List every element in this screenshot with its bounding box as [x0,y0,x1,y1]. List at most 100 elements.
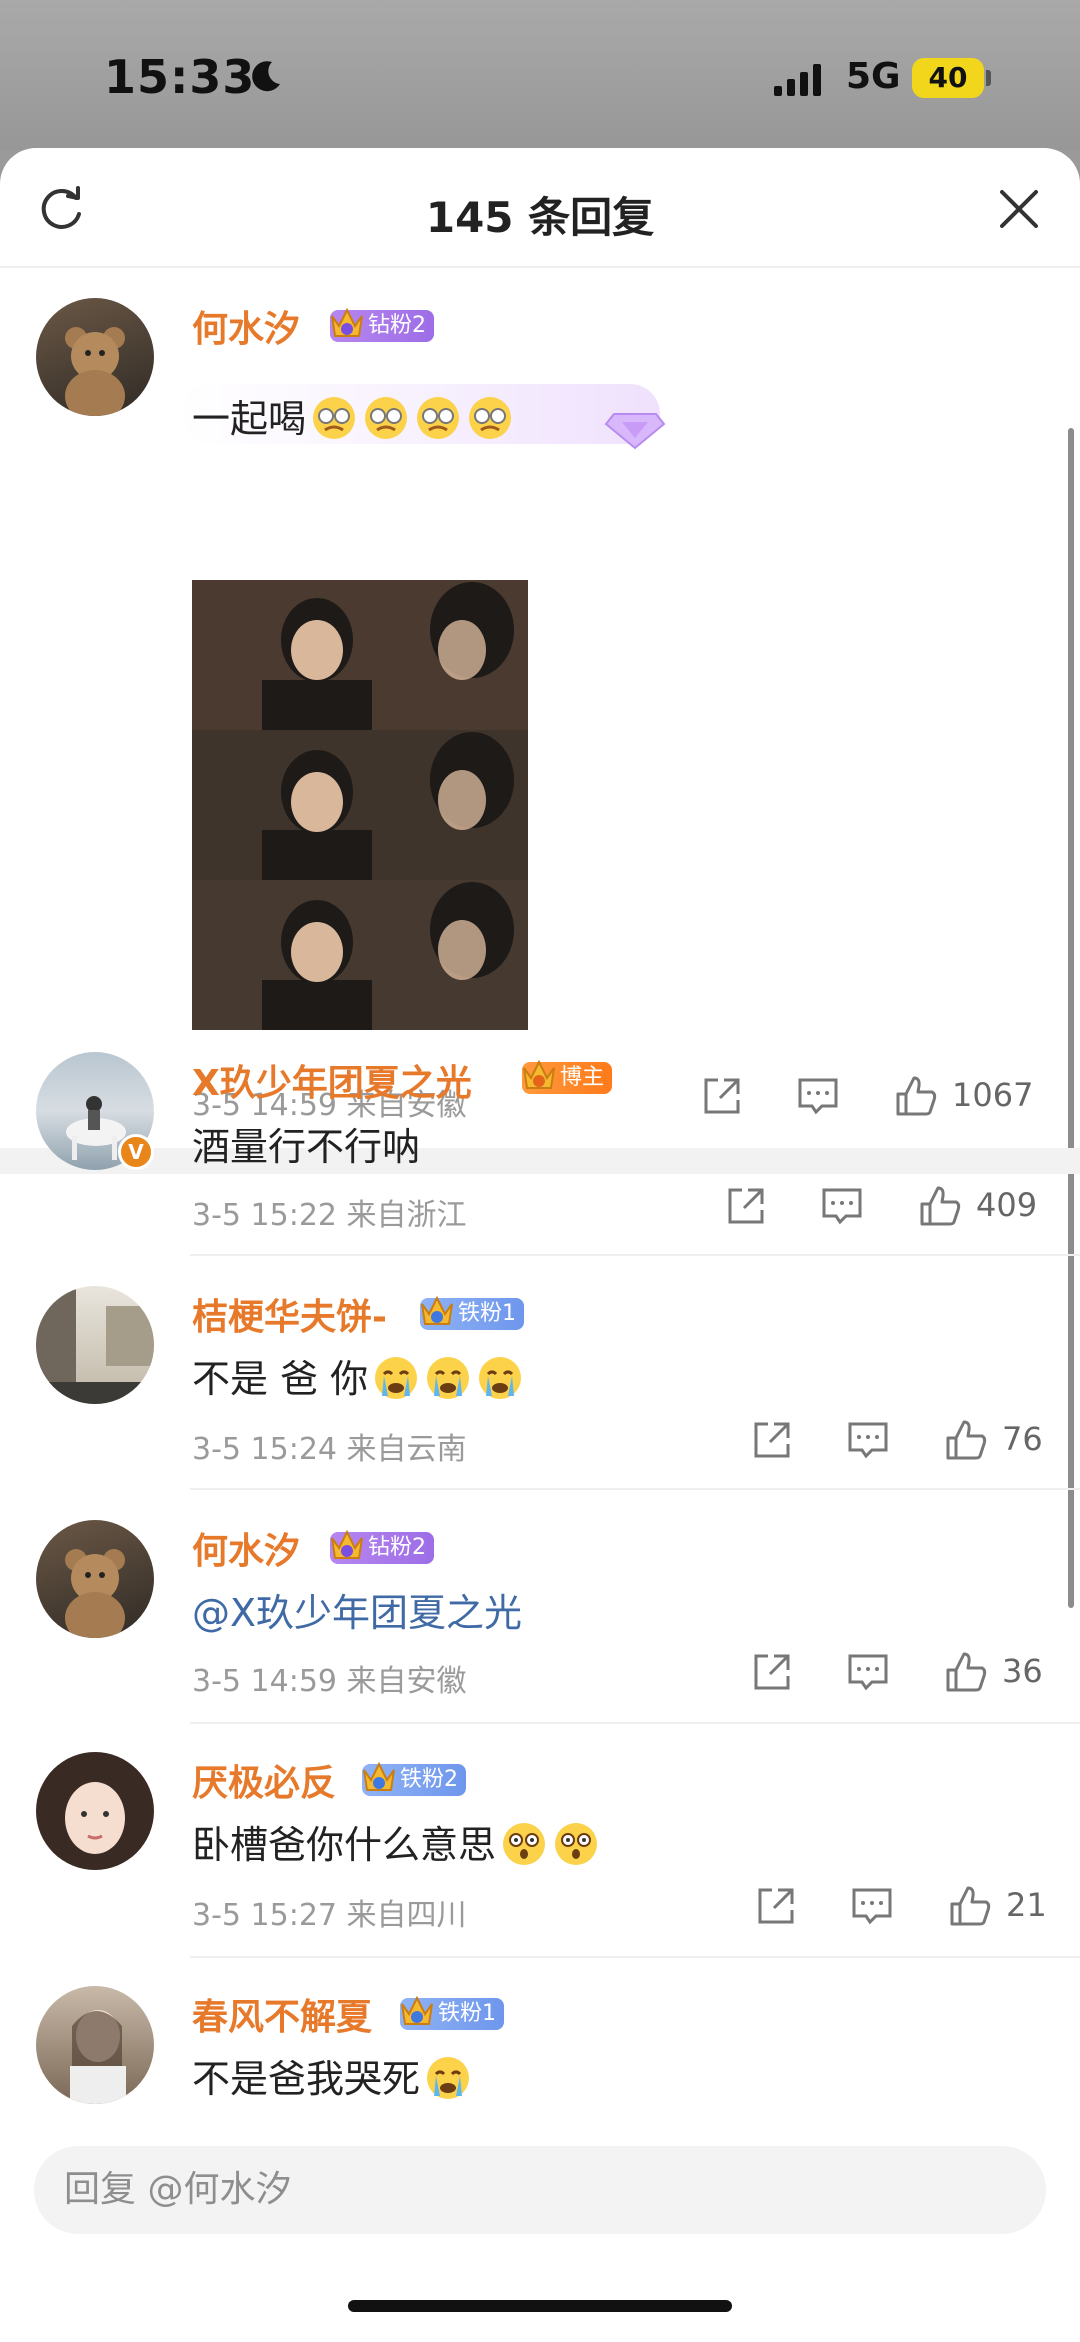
drunk-emoji-icon [417,397,460,439]
crying-emoji-icon [375,1357,418,1399]
share-icon[interactable] [724,1184,768,1228]
teddy-bear-image [65,327,125,416]
crown-icon [421,1295,453,1325]
fan-badge: 钻粉2 [330,307,434,342]
drunk-emoji-icon [313,397,356,439]
crying-emoji-icon [479,1357,522,1399]
username[interactable]: 春风不解夏 [192,1988,372,2040]
like-count: 21 [1006,1886,1047,1924]
section-divider [0,1148,1080,1174]
comment-text: 一起喝 [192,388,514,443]
photo-collage-image [192,580,528,1030]
crown-icon [331,307,363,337]
teddy-bear-image [65,1549,125,1638]
drunk-emoji-icon [365,397,408,439]
comment-text-content: 一起喝 [192,397,307,441]
comment-icon[interactable] [796,1074,840,1118]
comment-image[interactable] [192,580,528,1030]
shocked-emoji-icon [503,1823,546,1865]
like-icon[interactable] [948,1884,992,1928]
fan-badge: 铁粉1 [400,1995,504,2030]
close-icon[interactable] [998,188,1040,230]
divider [190,1254,1080,1256]
home-indicator[interactable] [348,2300,732,2312]
portrait-image [70,2010,126,2104]
divider [190,1488,1080,1490]
crown-icon [401,1995,433,2025]
replies-sheet: 145 条回复 何水汐 钻粉2 一起喝 3-5 14:59 来自安徽 1067 … [0,148,1080,2342]
comment-text-content: 不是爸我哭死 [192,2057,421,2101]
comment-actions: 1067 [700,1074,1040,1118]
comment-meta: 3-5 14:59 来自安徽 [192,1664,467,1699]
fan-badge-label: 铁粉2 [400,1767,458,1792]
fan-badge-label: 铁粉1 [458,1301,516,1326]
like-icon[interactable] [944,1650,988,1694]
shocked-emoji-icon [555,1823,598,1865]
share-icon[interactable] [754,1884,798,1928]
reply-input[interactable]: 回复 @何水汐 [34,2146,1046,2234]
portrait-image [65,1782,125,1854]
crown-icon [331,1529,363,1559]
username[interactable]: 何水汐 [192,300,300,352]
comment-icon[interactable] [846,1650,890,1694]
signal-icon [774,64,821,96]
crown-icon [363,1761,395,1791]
comment-meta: 3-5 15:22 来自浙江 [192,1198,467,1233]
username[interactable]: X玖少年团夏之光 [192,1054,472,1106]
share-icon[interactable] [750,1650,794,1694]
fan-badge: 钻粉2 [330,1529,434,1564]
courtyard-image [36,1286,154,1404]
divider [190,1956,1080,1958]
avatar[interactable] [36,1520,154,1638]
like-count: 36 [1002,1652,1043,1690]
blogger-badge-label: 博主 [560,1065,605,1090]
username[interactable]: 何水汐 [192,1522,300,1574]
avatar[interactable] [36,1752,154,1870]
like-count: 76 [1002,1420,1043,1458]
comment-actions: 21 [754,1884,1047,1928]
username[interactable]: 厌极必反 [192,1754,336,1806]
username[interactable]: 桔梗华夫饼- [192,1288,387,1340]
avatar[interactable] [36,1286,154,1404]
comment-icon[interactable] [820,1184,864,1228]
avatar[interactable] [36,298,154,416]
share-icon[interactable] [700,1074,744,1118]
blogger-badge: 博主 [522,1059,613,1094]
like-icon[interactable] [894,1074,938,1118]
mention-link[interactable]: @X玖少年团夏之光 [192,1582,522,1637]
fan-badge: 铁粉2 [362,1761,466,1796]
comment-icon[interactable] [846,1418,890,1462]
network-type: 5G [846,56,901,97]
moon-icon [252,61,280,92]
divider [190,1722,1080,1724]
scrollbar[interactable] [1068,428,1074,1608]
like-icon[interactable] [944,1418,988,1462]
fan-badge-label: 铁粉1 [438,2001,496,2026]
comment-actions: 409 [724,1184,1040,1228]
status-time: 15:33 [104,50,256,104]
like-count: 1067 [952,1076,1034,1114]
comment-actions: 36 [750,1650,1043,1694]
verified-badge-icon: V [118,1134,154,1170]
crying-emoji-icon [427,2057,470,2099]
sheet-title: 145 条回复 [425,193,655,242]
avatar[interactable] [36,1986,154,2104]
share-icon[interactable] [750,1418,794,1462]
status-bar: 15:33 5G 40 [0,0,1080,150]
comment-text: 酒量行不行呐 [192,1125,421,1169]
comment-icon[interactable] [850,1884,894,1928]
comment-text: 卧槽爸你什么意思 [192,1814,600,1869]
comment-meta: 3-5 15:24 来自云南 [192,1432,467,1467]
sheet-header: 145 条回复 [0,148,1080,268]
like-icon[interactable] [918,1184,962,1228]
diamond-decoration-icon [604,413,666,450]
comment-text: 不是爸我哭死 [192,2048,472,2103]
drunk-emoji-icon [469,397,512,439]
crown-icon [523,1059,555,1089]
comment-text: 不是 爸 你 [192,1348,524,1403]
comment-actions: 76 [750,1418,1043,1462]
crying-emoji-icon [427,1357,470,1399]
battery-level: 40 [912,58,984,98]
fan-badge: 铁粉1 [420,1295,524,1330]
fan-badge-label: 钻粉2 [368,313,426,338]
